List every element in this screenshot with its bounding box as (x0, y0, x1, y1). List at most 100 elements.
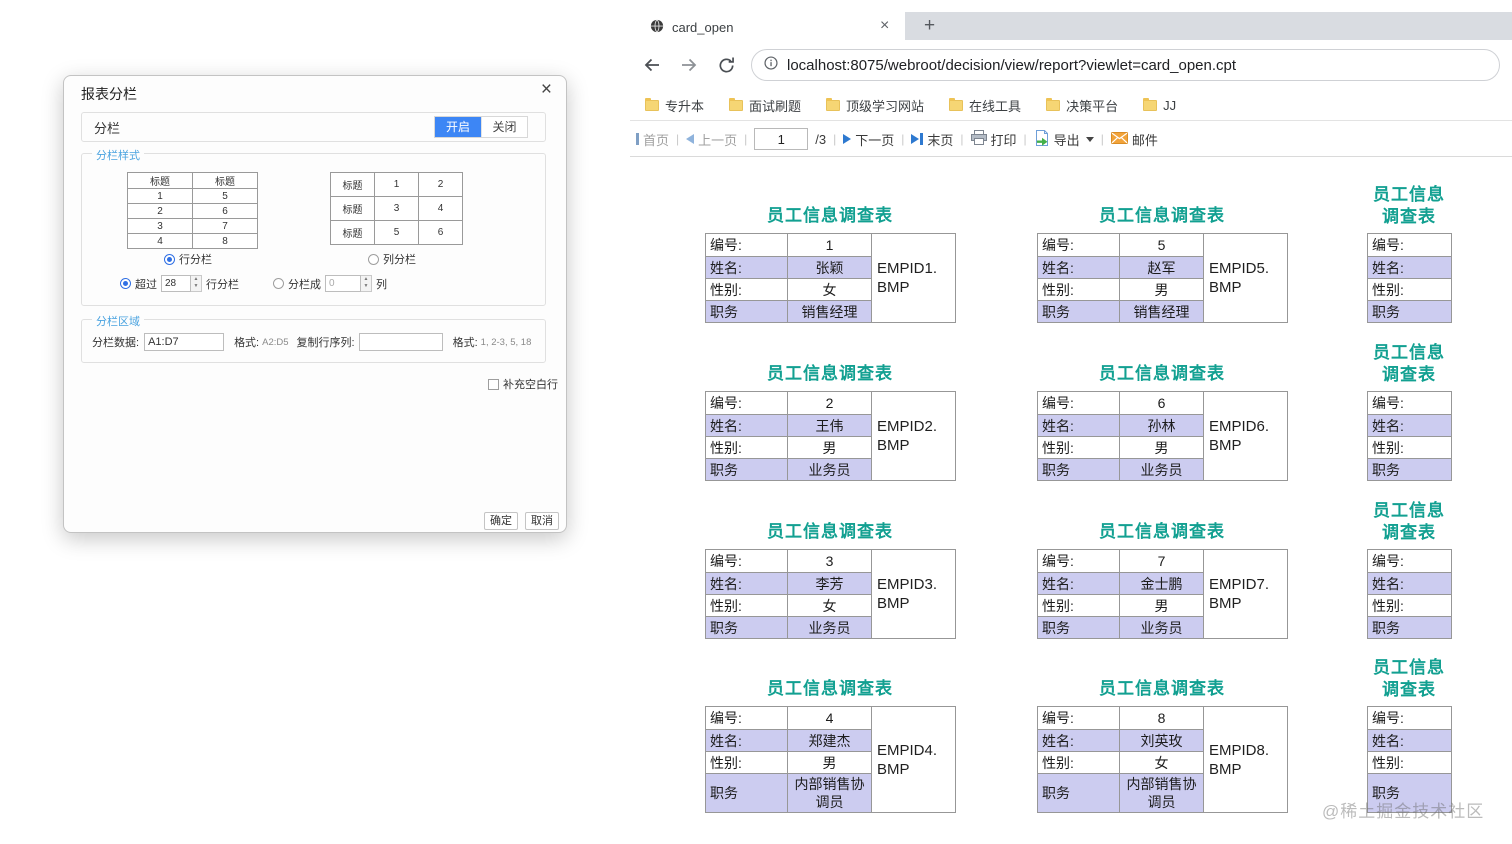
cell-label: 编号: (1367, 391, 1452, 415)
area-row: 分栏数据: 格式: A2:D5 复制行序列: 格式: 1, 2-3, 5, 18 (92, 333, 531, 351)
toggle-off-button[interactable]: 关闭 (481, 117, 527, 137)
divider: | (960, 132, 964, 146)
bookmark-item[interactable]: 面试刷题 (729, 96, 801, 115)
over-rows-input[interactable] (161, 275, 191, 292)
bookmark-label: 顶级学习网站 (846, 98, 925, 114)
cell-label: 职务 (705, 458, 788, 481)
cell-value: 3 (787, 549, 872, 573)
cell-label: 编号: (1367, 706, 1452, 730)
cell-label: 职务 (1037, 300, 1120, 323)
preview-cell: 标题 (192, 172, 258, 189)
cell-image-name: EMPID2. BMP (871, 391, 956, 481)
designer-panel: 报表分栏 × 分栏 开启 关闭 分栏样式 标题 标题 1 5 2 6 3 7 4 8 标题 1 2 标题… (0, 0, 630, 844)
url-text[interactable]: localhost:8075/webroot/decision/view/rep… (787, 57, 1236, 74)
cell-value: 男 (1119, 278, 1204, 301)
split-into-radio[interactable] (273, 278, 284, 289)
cell-image-name: EMPID6. BMP (1203, 391, 1288, 481)
bookmark-item[interactable]: 决策平台 (1046, 96, 1118, 115)
first-page-button[interactable]: 首页 (636, 130, 669, 149)
toggle-on-button[interactable]: 开启 (435, 117, 481, 137)
prev-page-icon (686, 134, 695, 144)
row-split-radio[interactable]: 行分栏 (164, 250, 212, 268)
cancel-button[interactable]: 取消 (525, 512, 559, 530)
dialog-title: 报表分栏 (81, 86, 137, 102)
export-button[interactable]: 导出 (1034, 129, 1094, 149)
bookmark-label: 专升本 (665, 98, 705, 114)
cell-label: 姓名: (705, 572, 788, 595)
col-split-radio[interactable]: 列分栏 (368, 250, 416, 268)
chevron-down-icon (1085, 136, 1094, 142)
close-icon[interactable]: × (541, 80, 552, 100)
employee-table: 编号: 5 EMPID5. BMP 姓名: 赵军 性别: 男职务 销售经理 (1037, 233, 1288, 323)
bookmark-item[interactable]: 顶级学习网站 (826, 96, 924, 115)
bookmark-item[interactable]: 专升本 (645, 96, 704, 115)
forward-icon[interactable] (677, 53, 701, 77)
page-total: /3 (815, 131, 827, 147)
bookmark-item[interactable]: 在线工具 (949, 96, 1021, 115)
folder-icon (645, 97, 659, 111)
folder-icon (826, 97, 841, 111)
last-page-button[interactable]: 末页 (911, 130, 953, 149)
divider: | (676, 132, 680, 146)
spinner[interactable]: ▲ ▼ (191, 275, 202, 292)
cell-label: 姓名: (1367, 256, 1452, 279)
tab-close-icon[interactable]: × (880, 17, 889, 35)
mail-button[interactable]: 邮件 (1110, 130, 1158, 149)
screenshot-root: 报表分栏 × 分栏 开启 关闭 分栏样式 标题 标题 1 5 2 6 3 7 4 8 标题 1 2 标题… (0, 0, 1512, 844)
checkbox-icon[interactable] (488, 378, 499, 390)
cell-label: 性别: (1037, 436, 1120, 459)
spinner[interactable]: ▲ ▼ (361, 275, 372, 292)
split-into-input[interactable] (325, 275, 361, 292)
cell-label: 性别: (1037, 278, 1120, 301)
split-data-input[interactable] (144, 333, 225, 351)
back-icon[interactable] (640, 53, 664, 77)
preview-cell: 4 (418, 196, 463, 221)
col-split-preview-table: 标题 1 2 标题 3 4 标题 5 6 (330, 172, 463, 245)
preview-cell: 2 (418, 172, 463, 197)
cell-label: 性别: (1367, 436, 1452, 459)
folder-icon (949, 97, 964, 111)
preview-cell: 标题 (330, 220, 375, 245)
tab-bar (905, 12, 1512, 40)
over-rows-radio[interactable] (120, 278, 131, 289)
bookmark-label: 决策平台 (1066, 98, 1119, 114)
radio-icon[interactable] (164, 254, 175, 265)
cell-label: 职务 (1367, 300, 1452, 323)
ok-button[interactable]: 确定 (484, 512, 518, 530)
split-toggle-box: 分栏 开启 关闭 (81, 112, 546, 142)
tab-title[interactable]: card_open (672, 20, 733, 35)
page-number-input[interactable] (754, 128, 809, 150)
preview-cell: 8 (192, 233, 258, 249)
cell-label: 职务 (1037, 616, 1120, 639)
folder-icon (729, 97, 744, 111)
cell-label: 编号: (705, 233, 788, 257)
mail-icon (1110, 131, 1128, 147)
address-bar[interactable]: localhost:8075/webroot/decision/view/rep… (751, 49, 1500, 81)
employee-table: 编号: 1 EMPID1. BMP 姓名: 张颖 性别: 女职务 销售经理 (705, 233, 956, 323)
bookmark-item[interactable]: JJ (1143, 97, 1176, 113)
fill-blank-row-option[interactable]: 补充空白行 (488, 376, 558, 392)
next-page-button[interactable]: 下一页 (843, 130, 894, 149)
cell-value: 李芳 (787, 572, 872, 595)
cell-value: 男 (787, 751, 872, 774)
cell-label: 职务 (1367, 616, 1452, 639)
report-card-title: 员工信息调查表 (1373, 343, 1445, 384)
employee-table: 编号: 2 EMPID2. BMP 姓名: 王伟 性别: 男职务 业务员 (705, 391, 956, 481)
reload-icon[interactable] (714, 53, 738, 77)
info-icon[interactable] (764, 55, 778, 75)
bookmarks-bar: 专升本 面试刷题 顶级学习网站 在线工具 决策平台 JJ (630, 90, 1512, 121)
cell-label: 编号: (705, 391, 788, 415)
preview-cell: 4 (127, 233, 193, 249)
next-page-icon (843, 134, 852, 144)
cell-label: 编号: (1037, 233, 1120, 257)
radio-icon[interactable] (368, 254, 379, 265)
cell-value: 销售经理 (1119, 300, 1204, 323)
copy-row-seq-input[interactable] (358, 333, 443, 351)
print-button[interactable]: 打印 (970, 130, 1017, 149)
report-canvas: 员工信息调查表 编号: 1 EMPID1. BMP 姓名: 张颖 性别: 女职务 销售经理 员工信息… (630, 158, 1512, 844)
prev-page-button[interactable]: 上一页 (686, 130, 737, 149)
cell-label: 性别: (705, 594, 788, 617)
style-section-label: 分栏样式 (92, 147, 144, 163)
new-tab-icon[interactable]: + (924, 15, 935, 37)
cell-value: 女 (1119, 751, 1204, 774)
